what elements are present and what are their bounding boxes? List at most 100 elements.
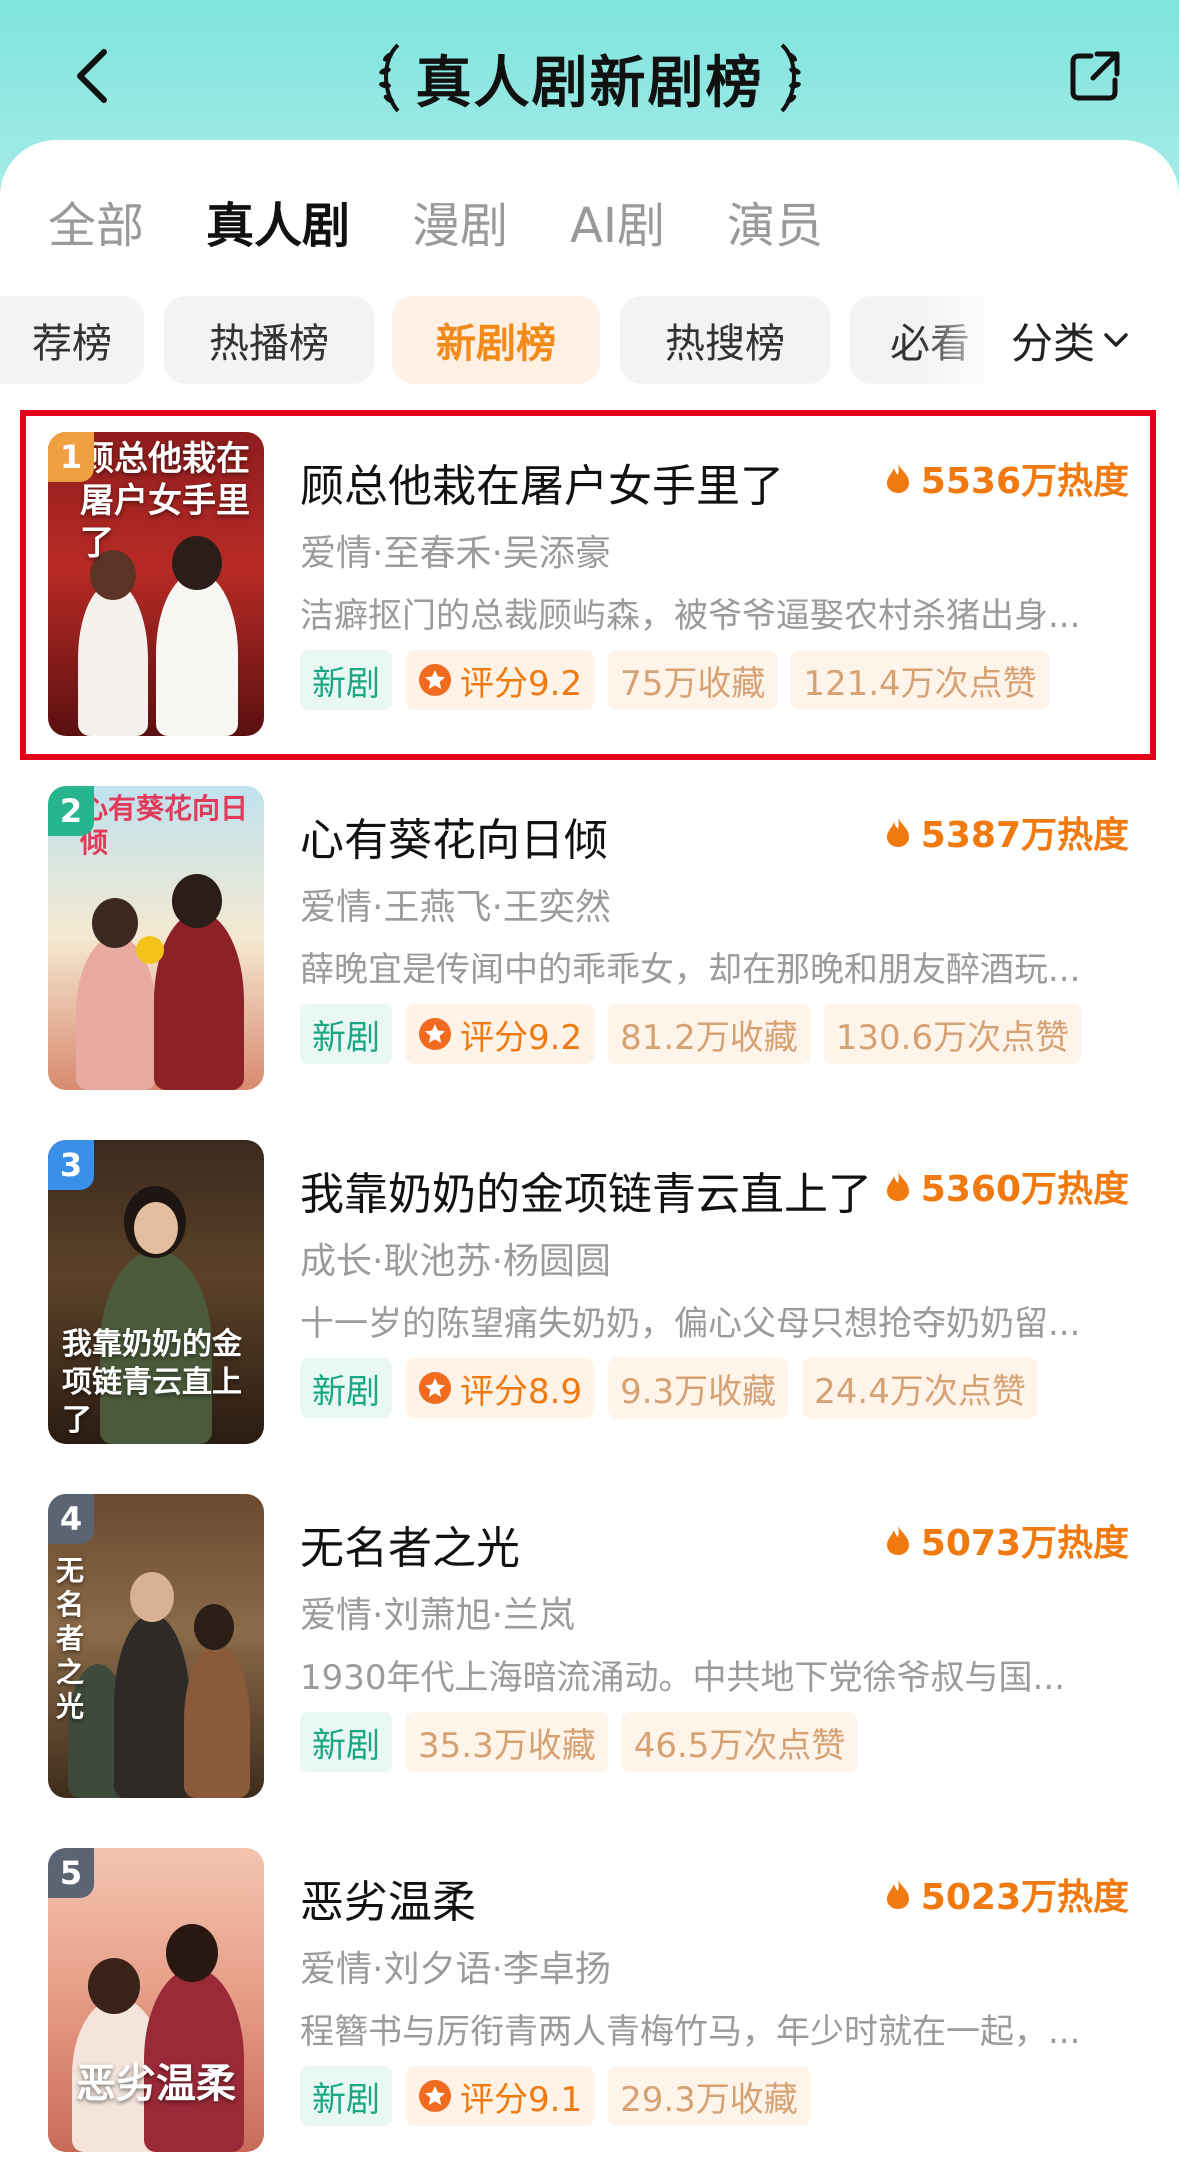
genre-cast: 成长·耿池苏·杨圆圆 [300, 1241, 611, 1282]
new-tag: 新剧 [300, 2066, 392, 2126]
star-badge-icon [419, 664, 451, 696]
poster-image[interactable]: 无名者之光 4 [48, 1494, 264, 1798]
rating-tag: 评分9.1 [406, 2066, 595, 2126]
heat-value: 5536万热度 [920, 461, 1129, 502]
chip-hot-playing[interactable]: 热播榜 [164, 296, 374, 384]
favorites-tag: 9.3万收藏 [608, 1358, 789, 1418]
description: 十一岁的陈望痛失奶奶，偏心父母只想抢夺奶奶留... [300, 1304, 1081, 1344]
list-item[interactable]: 顾总他栽在屠户女手里了 1 顾总他栽在屠户女手里了 5536万热度 爱情·至春禾… [0, 432, 1179, 752]
poster-figure [78, 582, 148, 736]
share-button[interactable] [1055, 36, 1135, 116]
tab-live-action[interactable]: 真人剧 [206, 196, 350, 256]
tag-row: 新剧 评分8.9 9.3万收藏 24.4万次点赞 [300, 1358, 1038, 1418]
heat-value: 5360万热度 [920, 1169, 1129, 1210]
tab-ai[interactable]: AI剧 [570, 196, 665, 256]
description: 1930年代上海暗流涌动。中共地下党徐爷叔与国... [300, 1658, 1065, 1698]
new-tag: 新剧 [300, 1358, 392, 1418]
tag-row: 新剧 评分9.1 29.3万收藏 [300, 2066, 810, 2126]
heat-indicator: 5360万热度 [885, 1160, 1129, 1212]
chip-recommended[interactable]: 荐榜 [0, 296, 144, 384]
chevron-down-icon [1104, 333, 1128, 347]
heat-value: 5387万热度 [920, 815, 1129, 856]
star-badge-icon [419, 1018, 451, 1050]
chip-new-drama[interactable]: 新剧榜 [392, 296, 600, 384]
tag-row: 新剧 评分9.2 81.2万收藏 130.6万次点赞 [300, 1004, 1082, 1064]
heat-indicator: 5023万热度 [885, 1868, 1129, 1920]
favorites-tag: 81.2万收藏 [608, 1004, 810, 1064]
flame-icon [886, 1879, 909, 1909]
genre-cast: 爱情·王燕飞·王奕然 [300, 887, 611, 928]
tag-row: 新剧 评分9.2 75万收藏 121.4万次点赞 [300, 650, 1049, 710]
likes-tag: 121.4万次点赞 [791, 650, 1049, 710]
rating-tag: 评分9.2 [406, 650, 595, 710]
poster-figure [194, 1604, 234, 1650]
list-item[interactable]: 无名者之光 4 无名者之光 5073万热度 爱情·刘萧旭·兰岚 1930年代上海… [0, 1494, 1179, 1814]
drama-title[interactable]: 顾总他栽在屠户女手里了 [300, 450, 784, 514]
heat-indicator: 5073万热度 [885, 1514, 1129, 1566]
poster-figure [144, 1968, 244, 2152]
list-item[interactable]: 恶劣温柔 5 恶劣温柔 5023万热度 爱情·刘夕语·李卓扬 程簪书与厉衔青两人… [0, 1848, 1179, 2168]
share-icon [1070, 51, 1120, 101]
likes-tag: 24.4万次点赞 [802, 1358, 1038, 1418]
rank-chip-row: 荐榜 热播榜 新剧榜 热搜榜 必看 分类 [0, 296, 1179, 384]
heat-value: 5023万热度 [920, 1877, 1129, 1918]
page-title: 真人剧新剧榜 [415, 50, 764, 116]
description: 洁癖抠门的总裁顾屿森，被爷爷逼娶农村杀猪出身... [300, 596, 1081, 636]
chip-hot-search[interactable]: 热搜榜 [620, 296, 830, 384]
flame-icon [886, 1525, 909, 1555]
favorites-tag: 75万收藏 [608, 650, 778, 710]
poster-title: 我靠奶奶的金项链青云直上了 [62, 1327, 242, 1438]
laurel-left-icon [378, 43, 400, 113]
new-tag: 新剧 [300, 1004, 392, 1064]
poster-figure [154, 912, 244, 1090]
poster-image[interactable]: 心有葵花向日倾 2 [48, 786, 264, 1090]
list-item[interactable]: 心有葵花向日倾 2 心有葵花向日倾 5387万热度 爱情·王燕飞·王奕然 薛晚宜… [0, 786, 1179, 1106]
main-tabs: 全部 真人剧 漫剧 AI剧 演员 [48, 196, 885, 256]
sunflower-icon [136, 936, 164, 964]
list-item[interactable]: 我靠奶奶的金项链青云直上了 3 我靠奶奶的金项链青云直上了 5360万热度 成长… [0, 1140, 1179, 1460]
tab-comic[interactable]: 漫剧 [412, 196, 508, 256]
category-label: 分类 [1010, 318, 1095, 368]
drama-title[interactable]: 恶劣温柔 [300, 1866, 476, 1930]
genre-cast: 爱情·刘萧旭·兰岚 [300, 1595, 575, 1636]
drama-title[interactable]: 心有葵花向日倾 [300, 804, 608, 868]
poster-figure [134, 1202, 178, 1254]
title-wrap: 真人剧新剧榜 [0, 38, 1179, 118]
tag-row: 新剧 35.3万收藏 46.5万次点赞 [300, 1712, 858, 1772]
drama-title[interactable]: 我靠奶奶的金项链青云直上了 [300, 1158, 872, 1222]
poster-figure [172, 874, 222, 928]
star-badge-icon [419, 2080, 451, 2112]
poster-figure [130, 1572, 174, 1622]
likes-tag: 130.6万次点赞 [823, 1004, 1082, 1064]
description: 程簪书与厉衔青两人青梅竹马，年少时就在一起，... [300, 2012, 1081, 2052]
genre-cast: 爱情·刘夕语·李卓扬 [300, 1949, 611, 1990]
drama-title[interactable]: 无名者之光 [300, 1512, 520, 1576]
laurel-right-icon [779, 43, 801, 113]
new-tag: 新剧 [300, 650, 392, 710]
poster-figure [184, 1644, 250, 1798]
heat-value: 5073万热度 [920, 1523, 1129, 1564]
poster-figure [114, 1614, 190, 1798]
rating-value: 评分9.2 [460, 1017, 583, 1058]
flame-icon [886, 463, 909, 493]
poster-title: 无名者之光 [56, 1554, 85, 1723]
flame-icon [886, 817, 909, 847]
poster-image[interactable]: 顾总他栽在屠户女手里了 1 [48, 432, 264, 736]
rating-value: 评分9.1 [460, 2079, 583, 2120]
poster-image[interactable]: 我靠奶奶的金项链青云直上了 3 [48, 1140, 264, 1444]
tab-actors[interactable]: 演员 [727, 196, 823, 256]
likes-tag: 46.5万次点赞 [621, 1712, 858, 1772]
poster-figure [92, 898, 138, 948]
rank-badge: 3 [48, 1140, 94, 1190]
rank-badge: 4 [48, 1494, 94, 1544]
tab-all[interactable]: 全部 [48, 196, 144, 256]
rank-badge: 5 [48, 1848, 94, 1898]
rank-badge: 2 [48, 786, 94, 836]
rating-value: 评分8.9 [460, 1371, 583, 1412]
header: 真人剧新剧榜 [0, 0, 1179, 150]
category-button[interactable]: 分类 [985, 296, 1155, 384]
favorites-tag: 29.3万收藏 [608, 2066, 810, 2126]
poster-figure [88, 1958, 140, 2014]
description: 薛晚宜是传闻中的乖乖女，却在那晚和朋友醉酒玩... [300, 950, 1081, 990]
poster-image[interactable]: 恶劣温柔 5 [48, 1848, 264, 2152]
